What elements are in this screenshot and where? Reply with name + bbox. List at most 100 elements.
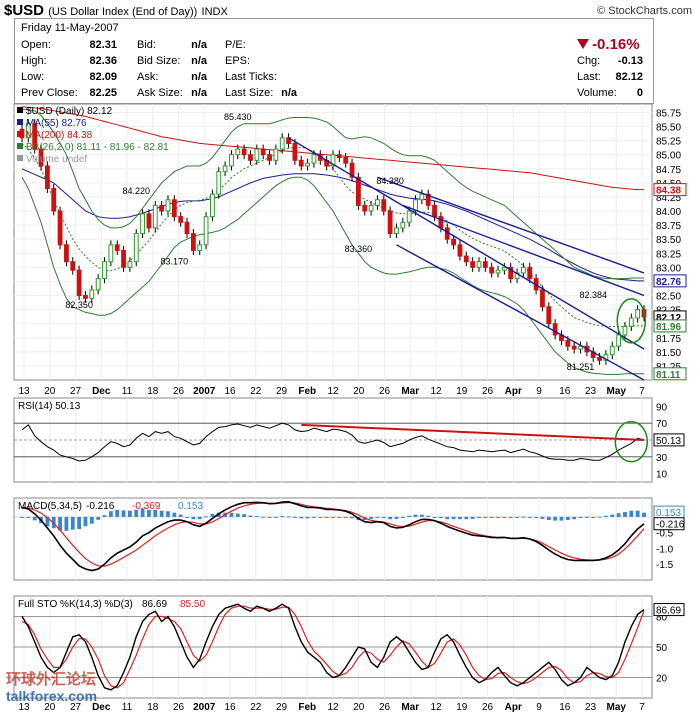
macd-hist-bar bbox=[248, 515, 253, 517]
macd-hist-bar bbox=[299, 516, 304, 519]
candle-body bbox=[70, 261, 76, 271]
macd-hist-bar bbox=[185, 516, 189, 518]
candle-body bbox=[597, 356, 602, 361]
price-right-label: 84.38 bbox=[656, 186, 681, 197]
candle-body bbox=[235, 148, 241, 156]
candle-body bbox=[336, 154, 342, 159]
price-x-tick: 9 bbox=[536, 386, 542, 397]
candle-body bbox=[89, 289, 95, 299]
candle-body bbox=[489, 266, 495, 274]
macd-y-tick: -1.0 bbox=[656, 544, 674, 555]
candle-body bbox=[457, 244, 463, 257]
macd-hist-bar bbox=[597, 516, 602, 518]
candle-body bbox=[254, 148, 260, 161]
sto-right-label: 86.69 bbox=[656, 606, 681, 617]
macd-hist-bar bbox=[546, 516, 551, 521]
price-x-tick: 20 bbox=[44, 386, 56, 397]
macd-hist-bar bbox=[464, 516, 469, 520]
candle-body bbox=[108, 244, 114, 263]
price-x-tick: 16 bbox=[559, 386, 571, 397]
macd-hist-bar bbox=[604, 515, 608, 517]
macd-hist-bar bbox=[388, 516, 393, 520]
sto-x-tick: 22 bbox=[250, 702, 262, 712]
candle-body bbox=[362, 204, 368, 212]
rsi-right-label: 50.13 bbox=[656, 436, 681, 447]
candle-body bbox=[406, 210, 412, 223]
price-annotation: 82.384 bbox=[579, 290, 607, 300]
macd-hist-bar bbox=[489, 516, 494, 518]
macd-hist-bar bbox=[172, 512, 177, 517]
price-x-tick: 16 bbox=[224, 386, 236, 397]
sto-x-tick: 12 bbox=[430, 702, 442, 712]
price-y-tick: 85.50 bbox=[656, 123, 681, 134]
macd-hist-bar bbox=[515, 516, 519, 518]
candle-body bbox=[229, 154, 234, 167]
macd-hist-bar bbox=[527, 516, 532, 518]
price-y-tick: 84.75 bbox=[656, 165, 681, 176]
sto-y-tick: 50 bbox=[656, 643, 668, 654]
macd-hist-bar bbox=[210, 513, 215, 517]
candle-body bbox=[432, 204, 437, 218]
macd-hist-bar bbox=[261, 516, 266, 518]
macd-hist-bar bbox=[426, 515, 431, 517]
price-y-tick: 83.75 bbox=[656, 221, 681, 232]
price-x-tick: 26 bbox=[379, 386, 391, 397]
sto-x-tick: 11 bbox=[122, 702, 133, 712]
candle-body bbox=[571, 345, 577, 350]
macd-hist-bar bbox=[369, 516, 373, 519]
price-annotation: 84.380 bbox=[376, 176, 404, 186]
price-y-tick: 84.00 bbox=[656, 207, 681, 218]
candle-body bbox=[521, 266, 526, 274]
macd-hist-bar bbox=[254, 516, 259, 518]
macd-hist-bar bbox=[26, 516, 31, 518]
price-x-tick: 7 bbox=[639, 386, 645, 397]
candle-body bbox=[381, 199, 387, 212]
macd-hist-bar bbox=[635, 510, 640, 517]
sto-x-tick: 7 bbox=[639, 702, 645, 712]
price-x-tick: 19 bbox=[456, 386, 468, 397]
macd-hist-bar bbox=[375, 516, 380, 518]
macd-hist-bar bbox=[235, 513, 240, 517]
candle-body bbox=[476, 261, 482, 268]
price-x-tick: 29 bbox=[276, 386, 288, 397]
candle-body bbox=[197, 244, 203, 251]
macd-hist-bar bbox=[458, 516, 462, 520]
candle-body bbox=[305, 162, 311, 167]
price-y-tick: 81.50 bbox=[656, 348, 681, 359]
macd-hist-bar bbox=[312, 516, 316, 518]
macd-hist-bar bbox=[178, 514, 183, 517]
legend-swatch bbox=[17, 119, 23, 125]
candle-body bbox=[210, 193, 215, 218]
price-y-tick: 85.25 bbox=[656, 137, 681, 148]
sto-x-tick: 26 bbox=[482, 702, 494, 712]
macd-hist-bar bbox=[407, 515, 412, 517]
candle-body bbox=[171, 199, 177, 218]
candle-body bbox=[438, 216, 444, 229]
macd-hist-bar bbox=[521, 516, 526, 518]
macd-hist-bar bbox=[432, 516, 437, 518]
candle-body bbox=[311, 154, 317, 164]
macd-hist-bar bbox=[559, 516, 564, 521]
rsi-title: RSI(14) 50.13 bbox=[18, 401, 81, 412]
candle-body bbox=[463, 255, 469, 263]
legend-entry: $USD (Daily) 82.12 bbox=[26, 106, 113, 117]
macd-hist-bar bbox=[191, 516, 196, 520]
macd-hist-bar bbox=[584, 516, 589, 518]
sto-x-tick: 12 bbox=[327, 702, 339, 712]
sto-series-value: 85.50 bbox=[180, 599, 205, 610]
macd-hist-bar bbox=[400, 516, 405, 518]
candle-body bbox=[616, 334, 622, 347]
sto-x-tick: Mar bbox=[401, 702, 419, 712]
candle-body bbox=[260, 148, 266, 156]
sto-x-tick: 23 bbox=[585, 702, 597, 712]
macd-hist-bar bbox=[32, 516, 37, 521]
price-x-tick: 26 bbox=[173, 386, 185, 397]
price-annotation: 84.220 bbox=[122, 186, 150, 196]
macd-hist-bar bbox=[280, 516, 285, 518]
candle-body bbox=[51, 187, 57, 212]
macd-hist-bar bbox=[438, 516, 443, 519]
price-y-tick: 83.50 bbox=[656, 235, 681, 246]
macd-hist-bar bbox=[591, 516, 596, 518]
candle-body bbox=[501, 266, 507, 271]
price-x-tick: 20 bbox=[353, 386, 365, 397]
